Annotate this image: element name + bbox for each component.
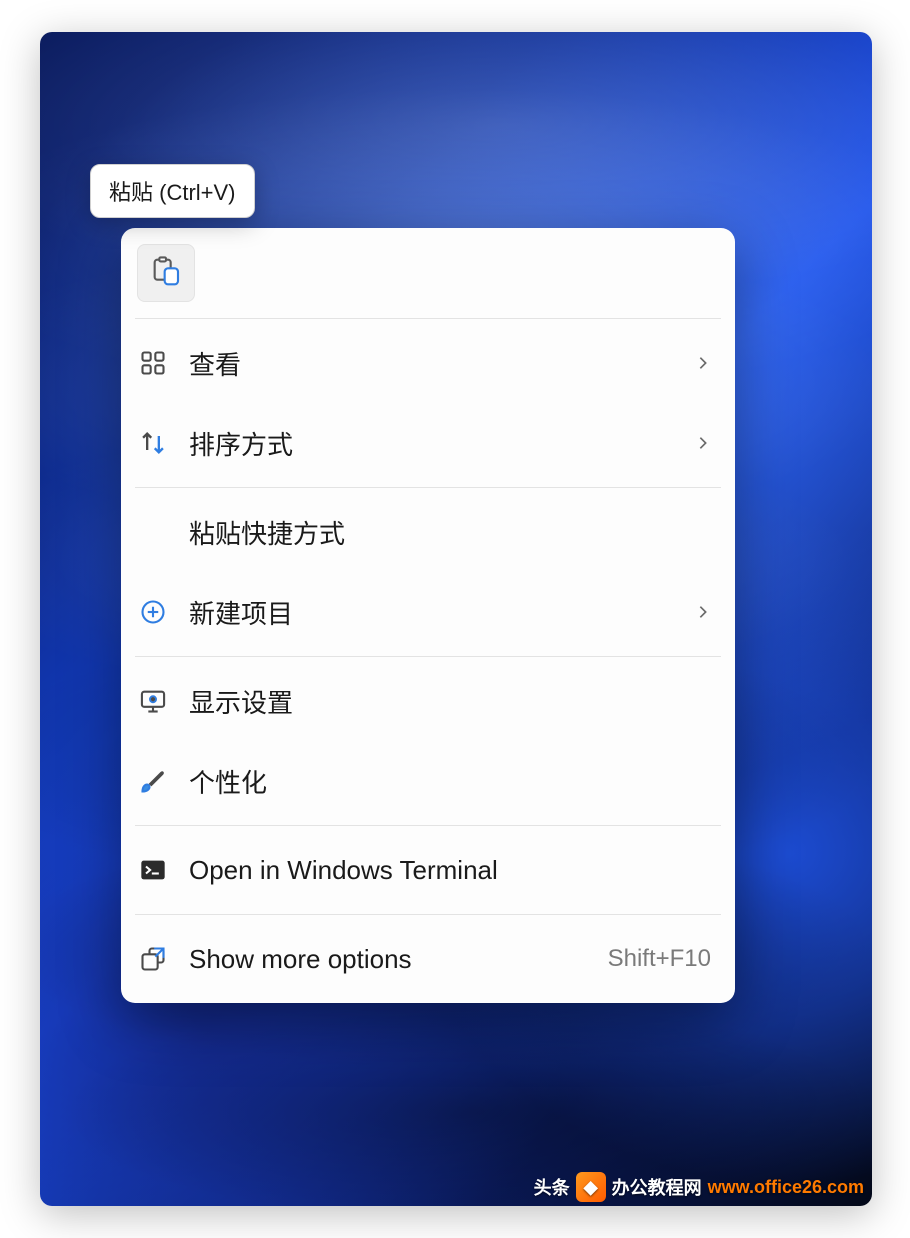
personalize-icon <box>139 767 189 795</box>
menu-divider <box>135 914 721 915</box>
sort-icon <box>139 429 189 457</box>
paste-icon <box>150 255 182 292</box>
chevron-right-icon <box>695 355 711 371</box>
menu-label: 查看 <box>189 345 695 382</box>
menu-label: Open in Windows Terminal <box>189 855 711 886</box>
menu-label: Show more options <box>189 944 608 975</box>
watermark-cn: 办公教程网 <box>612 1174 702 1200</box>
tooltip-text: 粘贴 (Ctrl+V) <box>109 180 236 205</box>
menu-item-more-options[interactable]: Show more options Shift+F10 <box>121 919 735 999</box>
menu-item-personalize[interactable]: 个性化 <box>121 741 735 821</box>
menu-item-view[interactable]: 查看 <box>121 323 735 403</box>
watermark: 头条 ◆ 办公教程网 www.office26.com <box>534 1172 864 1202</box>
menu-shortcut: Shift+F10 <box>608 945 711 973</box>
menu-label: 新建项目 <box>189 594 695 631</box>
menu-item-new[interactable]: 新建项目 <box>121 572 735 652</box>
watermark-url: www.office26.com <box>708 1177 864 1198</box>
menu-label: 粘贴快捷方式 <box>189 514 711 551</box>
watermark-head: 头条 <box>534 1174 570 1200</box>
paste-button[interactable] <box>137 244 195 302</box>
menu-item-display-settings[interactable]: 显示设置 <box>121 661 735 741</box>
menu-divider <box>135 487 721 488</box>
menu-label: 个性化 <box>189 763 711 800</box>
terminal-icon <box>139 856 189 884</box>
menu-item-sort[interactable]: 排序方式 <box>121 403 735 483</box>
menu-label: 显示设置 <box>189 683 711 720</box>
more-options-icon <box>139 945 189 973</box>
chevron-right-icon <box>695 604 711 620</box>
menu-item-paste-shortcut[interactable]: 粘贴快捷方式 <box>121 492 735 572</box>
menu-divider <box>135 825 721 826</box>
chevron-right-icon <box>695 435 711 451</box>
display-settings-icon <box>139 687 189 715</box>
desktop-context-menu: 查看 排序方式 粘贴快捷方式 <box>121 228 735 1003</box>
menu-item-terminal[interactable]: Open in Windows Terminal <box>121 830 735 910</box>
desktop-wallpaper[interactable]: 粘贴 (Ctrl+V) <box>40 32 872 1206</box>
tooltip-paste: 粘贴 (Ctrl+V) <box>90 164 255 218</box>
menu-label: 排序方式 <box>189 425 695 462</box>
watermark-logo-icon: ◆ <box>576 1172 606 1202</box>
view-icon <box>139 349 189 377</box>
menu-divider <box>135 318 721 319</box>
context-toolbar <box>121 238 735 314</box>
new-icon <box>139 598 189 626</box>
menu-divider <box>135 656 721 657</box>
